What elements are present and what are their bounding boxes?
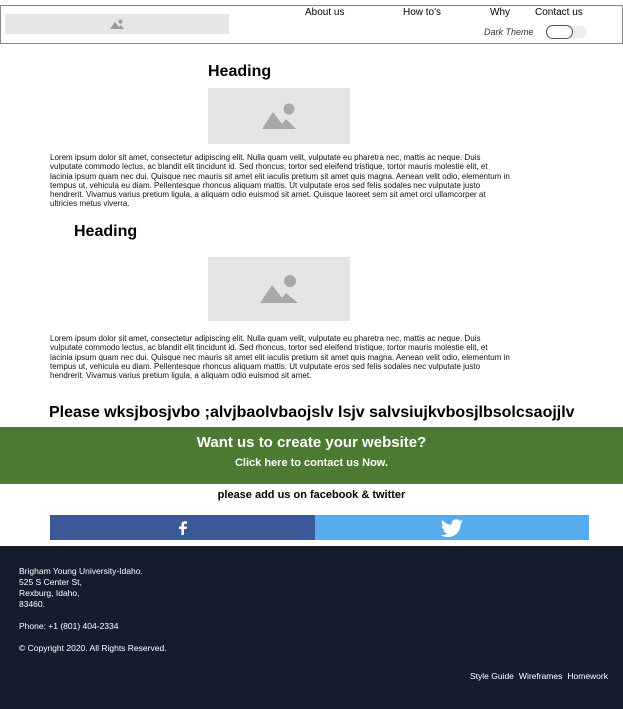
toggle-knob xyxy=(546,25,573,39)
footer-phone: Phone: +1 (801) 404-2334 xyxy=(19,621,119,631)
section-paragraph: Lorem ipsum dolor sit amet, consectetur … xyxy=(50,153,510,209)
image-placeholder-icon xyxy=(260,275,298,303)
site-header: About us How to's Why Contact us Dark Th… xyxy=(0,5,623,44)
contact-us-link[interactable]: Click here to contact us Now. xyxy=(0,457,623,469)
dark-theme-toggle[interactable] xyxy=(545,25,587,39)
image-placeholder-icon xyxy=(262,103,296,129)
twitter-icon xyxy=(441,518,463,537)
footer-copyright: © Copyright 2020. All Rights Reserved. xyxy=(19,643,167,653)
section-heading: Heading xyxy=(208,63,272,80)
site-footer: Brigham Young University-Idaho. 525 S Ce… xyxy=(0,546,623,709)
footer-link-homework[interactable]: Homework xyxy=(567,671,608,681)
dark-theme-label: Dark Theme xyxy=(484,27,534,37)
section-paragraph: Lorem ipsum dolor sit amet, consectetur … xyxy=(50,334,510,381)
banner-text: Please wksjbosjvbo ;alvjbaolvbaojslv lsj… xyxy=(49,404,575,421)
twitter-button[interactable] xyxy=(315,515,589,540)
nav-contact-us[interactable]: Contact us xyxy=(535,7,583,18)
section-heading: Heading xyxy=(74,223,138,240)
nav-why[interactable]: Why xyxy=(490,7,510,18)
address-line: Brigham Young University-Idaho. xyxy=(19,566,143,576)
cta-banner: Want us to create your website? Click he… xyxy=(0,427,623,484)
image-placeholder-icon xyxy=(110,19,124,29)
cta-title: Want us to create your website? xyxy=(196,434,427,451)
nav-how-tos[interactable]: How to's xyxy=(403,7,441,18)
social-prompt: please add us on facebook & twitter xyxy=(217,489,406,501)
section-image xyxy=(208,257,350,321)
footer-link-wireframes[interactable]: Wireframes xyxy=(519,671,562,681)
footer-links: Style Guide Wireframes Homework xyxy=(470,671,608,681)
facebook-button[interactable] xyxy=(50,515,315,540)
section-image xyxy=(208,88,350,144)
address-line: Rexburg, Idaho, xyxy=(19,588,80,598)
footer-address: Brigham Young University-Idaho. 525 S Ce… xyxy=(19,566,143,610)
footer-link-style-guide[interactable]: Style Guide xyxy=(470,671,514,681)
address-line: 83460. xyxy=(19,599,45,609)
facebook-icon xyxy=(178,520,187,535)
nav-about-us[interactable]: About us xyxy=(305,7,344,18)
logo[interactable] xyxy=(5,14,229,34)
address-line: 525 S Center St, xyxy=(19,577,82,587)
